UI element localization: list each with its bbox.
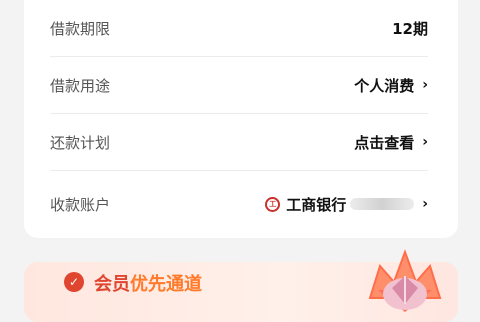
promo-title: 会员优先通道 (94, 270, 202, 296)
masked-account-number (350, 198, 415, 210)
check-circle-icon: ✓ (64, 272, 84, 292)
loan-details-card: 借款期限 12期 借款用途 个人消费 › 还款计划 点击查看 › 收款账户 工 … (24, 0, 458, 238)
loan-term-row: 借款期限 12期 (50, 0, 428, 57)
bank-name: 工商银行 (286, 195, 347, 214)
loan-purpose-label: 借款用途 (50, 76, 111, 95)
loan-term-value: 12期 (392, 19, 428, 38)
receiving-account-label: 收款账户 (50, 195, 111, 214)
repayment-plan-row[interactable]: 还款计划 点击查看 › (50, 114, 428, 171)
receiving-account-selector[interactable]: 工 工商银行 › (265, 194, 428, 215)
icbc-logo-icon: 工 (265, 196, 281, 212)
view-repayment-plan-link[interactable]: 点击查看 › (354, 132, 428, 153)
loan-purpose-selector[interactable]: 个人消费 › (354, 75, 428, 96)
loan-term-label: 借款期限 (50, 19, 111, 38)
chevron-right-icon: › (422, 77, 428, 93)
chevron-right-icon: › (422, 196, 428, 212)
repayment-plan-label: 还款计划 (50, 133, 111, 152)
loan-purpose-value: 个人消费 (354, 76, 415, 95)
loan-purpose-row[interactable]: 借款用途 个人消费 › (50, 57, 428, 114)
repayment-plan-value: 点击查看 (354, 133, 415, 152)
diamond-crown-badge-icon (368, 249, 442, 312)
promo-title-a: 会员 (94, 274, 130, 295)
chevron-right-icon: › (422, 134, 428, 150)
promo-title-b: 优先通道 (130, 274, 202, 295)
receiving-account-row[interactable]: 收款账户 工 工商银行 › (50, 171, 428, 237)
